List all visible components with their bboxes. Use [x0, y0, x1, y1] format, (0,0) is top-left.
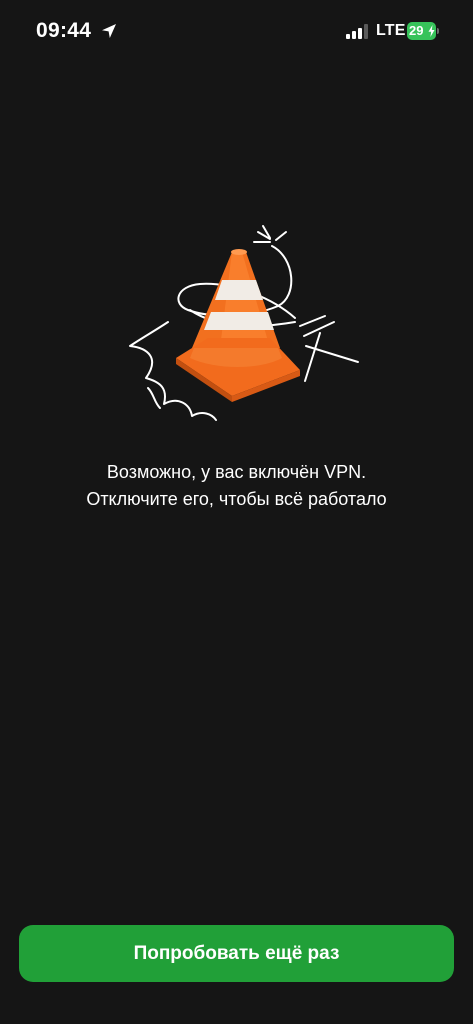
retry-button[interactable]: Попробовать ещё раз	[19, 925, 454, 982]
message-line-1: Возможно, у вас включён VPN.	[106, 462, 367, 482]
battery-level: 29	[409, 23, 424, 38]
battery-charging-icon: 29	[407, 22, 439, 40]
status-time: 09:44	[36, 19, 92, 42]
vpn-warning-message: Возможно, у вас включён VPN. Отключите е…	[0, 459, 473, 513]
charging-bolt-icon	[428, 25, 435, 37]
battery-tip	[437, 28, 439, 34]
status-bar: 09:44 LTE 29	[0, 0, 473, 60]
cellular-signal-icon	[346, 24, 368, 39]
battery-body: 29	[407, 22, 436, 40]
traffic-cone-icon	[129, 225, 359, 421]
network-type: LTE	[376, 22, 406, 39]
location-arrow-icon	[102, 24, 116, 38]
message-line-2: Отключите его, чтобы всё работало	[86, 489, 387, 509]
